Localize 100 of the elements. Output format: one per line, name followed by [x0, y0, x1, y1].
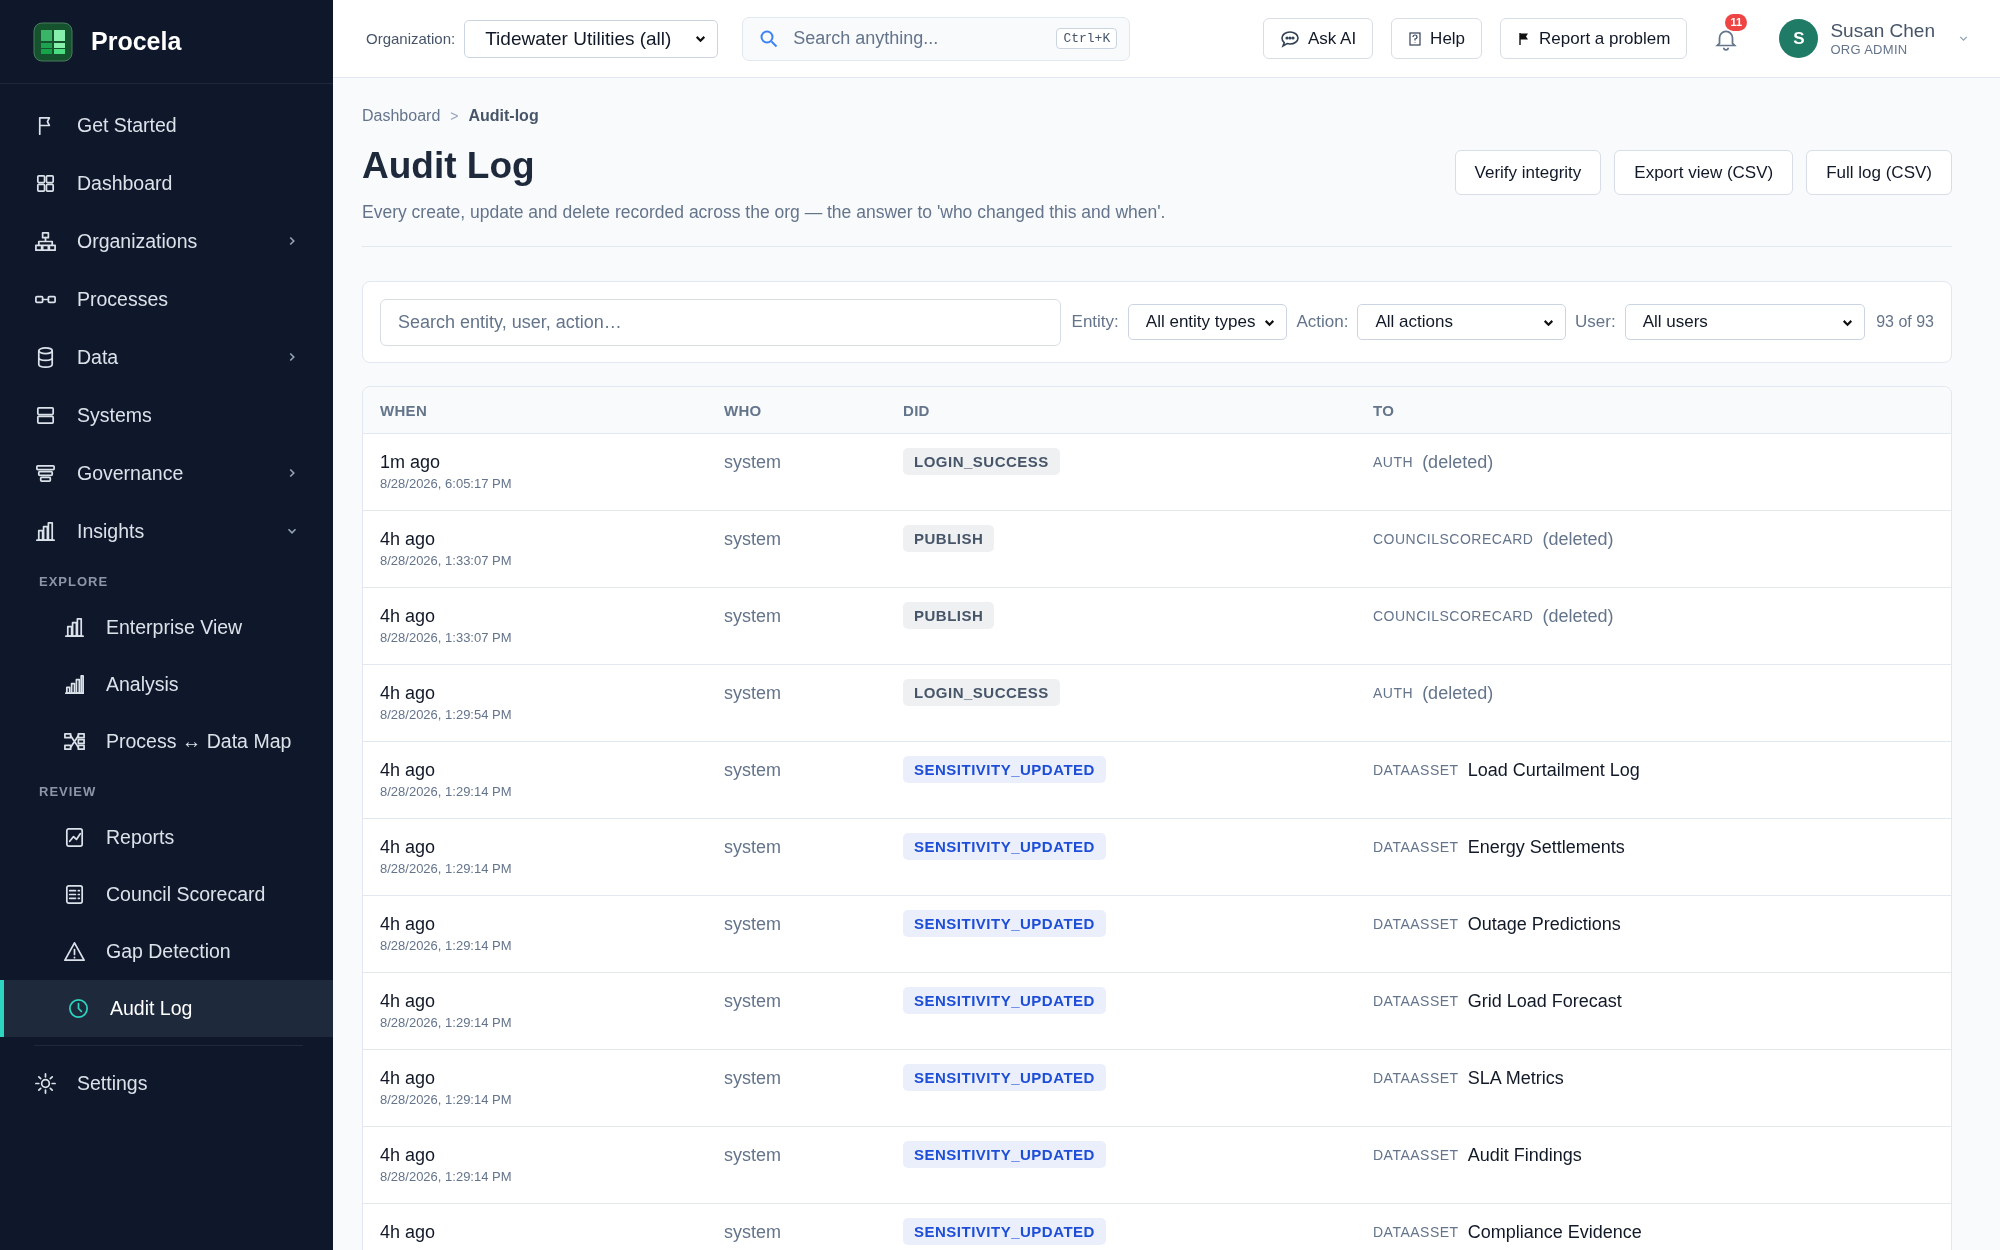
relative-time: 4h ago: [380, 759, 437, 781]
warning-icon: [63, 940, 86, 963]
action-tag: PUBLISH: [903, 602, 995, 629]
brand-name: Procela: [91, 27, 182, 56]
entity-name: (deleted): [1542, 528, 1614, 550]
column-header: TO: [1372, 400, 1396, 421]
entity-type: COUNCILSCORECARD: [1373, 607, 1534, 626]
nav-item[interactable]: Insights: [0, 502, 333, 560]
filter-select[interactable]: All entity types: [1127, 304, 1288, 340]
nav-item[interactable]: Organizations: [0, 212, 333, 270]
section-heading: REVIEW: [38, 783, 98, 801]
nav-item[interactable]: Systems: [0, 386, 333, 444]
user-cell: system: [724, 1068, 781, 1088]
timestamp: 8/28/2026, 1:29:14 PM: [380, 1015, 513, 1030]
bar-chart-icon: [63, 673, 86, 696]
search-field[interactable]: Search entity, user, action…: [380, 298, 1061, 346]
page-subtitle: Every create, update and delete recorded across the org — the answer to 'who changed this and when'.: [362, 202, 1166, 223]
entity-type: DATAASSET: [1373, 1069, 1459, 1088]
entity-name: SLA Metrics: [1467, 1067, 1564, 1089]
entity-name: Grid Load Forecast: [1467, 990, 1622, 1012]
report-problem-button[interactable]: Report a problem: [1500, 18, 1688, 59]
entity-name: (deleted): [1422, 451, 1494, 473]
action-tag: SENSITIVITY_UPDATED: [903, 756, 1106, 783]
search-input[interactable]: Search anything...: [791, 27, 1057, 50]
filter-label: User:: [1575, 312, 1616, 332]
user-cell: system: [724, 837, 781, 857]
user-cell: system: [724, 1145, 781, 1165]
entity-type: DATAASSET: [1373, 761, 1459, 780]
organization-select[interactable]: Tidewater Utilities (all): [464, 19, 719, 58]
column-header: DID: [902, 400, 931, 421]
nav-item[interactable]: Dashboard: [0, 154, 333, 212]
breadcrumb-item[interactable]: Dashboard: [362, 107, 441, 125]
timestamp: 8/28/2026, 1:29:14 PM: [380, 1169, 513, 1184]
timestamp: 8/28/2026, 1:29:14 PM: [380, 861, 513, 876]
entity-name: (deleted): [1422, 682, 1494, 704]
user-name: Susan Chen: [1830, 20, 1935, 42]
action-tag: PUBLISH: [903, 525, 995, 552]
relative-time: 4h ago: [380, 528, 437, 550]
help-button[interactable]: Help: [1391, 18, 1483, 59]
nav-item[interactable]: Governance: [0, 444, 333, 502]
timestamp: 8/28/2026, 1:33:07 PM: [380, 630, 513, 645]
entity-type: COUNCILSCORECARD: [1373, 530, 1534, 549]
user-cell: system: [724, 914, 781, 934]
entity-type: DATAASSET: [1373, 838, 1459, 857]
relative-time: 4h ago: [380, 682, 437, 704]
action-tag: SENSITIVITY_UPDATED: [903, 1218, 1106, 1245]
relative-time: 4h ago: [380, 1144, 437, 1166]
search-field[interactable]: Search anything... Ctrl+K: [742, 16, 1131, 61]
nav-item[interactable]: Processes: [0, 270, 333, 328]
nav-item[interactable]: Get Started: [0, 96, 333, 154]
bar-chart-icon: [34, 519, 57, 543]
timestamp: 8/28/2026, 6:05:17 PM: [380, 476, 513, 491]
nav-item[interactable]: Settings: [0, 1054, 333, 1112]
filter-select[interactable]: All users: [1624, 304, 1866, 340]
timestamp: 8/28/2026, 1:29:14 PM: [380, 784, 513, 799]
action-tag: LOGIN_SUCCESS: [903, 679, 1060, 706]
nav-item[interactable]: Data: [0, 328, 333, 386]
nav-item[interactable]: Gap Detection: [0, 923, 333, 980]
help-icon: [1408, 31, 1423, 46]
clock-icon: [67, 997, 90, 1020]
timestamp: 8/28/2026, 1:29:14 PM: [380, 938, 513, 953]
entity-name: Compliance Evidence: [1467, 1221, 1642, 1243]
relative-time: 4h ago: [380, 836, 437, 858]
entity-name: (deleted): [1542, 605, 1614, 627]
relative-time: 4h ago: [380, 990, 437, 1012]
result-count: 93 of 93: [1876, 313, 1934, 331]
chart-document-icon: [63, 826, 86, 849]
action-button[interactable]: Verify integrity: [1454, 150, 1602, 195]
user-avatar[interactable]: S: [1779, 19, 1819, 58]
timestamp: 8/28/2026, 1:29:14 PM: [380, 1092, 513, 1107]
entity-type: DATAASSET: [1373, 992, 1459, 1011]
chat-icon: [1279, 28, 1300, 49]
action-button[interactable]: Export view (CSV): [1614, 150, 1794, 195]
action-button[interactable]: Full log (CSV): [1806, 150, 1952, 195]
ask-ai-button[interactable]: Ask AI: [1262, 18, 1374, 59]
column-header: WHO: [723, 400, 763, 421]
user-cell: system: [724, 452, 781, 472]
page-title: Audit Log: [362, 144, 536, 188]
shortcut-hint: Ctrl+K: [1056, 28, 1118, 49]
nav-item[interactable]: Enterprise View: [0, 599, 333, 656]
nav-item[interactable]: Analysis: [0, 656, 333, 713]
filter-select[interactable]: All actions: [1357, 304, 1567, 340]
timestamp: 8/28/2026, 1:29:54 PM: [380, 707, 513, 722]
entity-type: DATAASSET: [1373, 1146, 1459, 1165]
relative-time: 4h ago: [380, 605, 437, 627]
user-cell: system: [724, 991, 781, 1011]
entity-name: Energy Settlements: [1467, 836, 1625, 858]
logo-icon: [33, 21, 73, 62]
nav-item[interactable]: Audit Log: [0, 980, 333, 1037]
breadcrumb-separator: >: [450, 108, 459, 124]
action-tag: SENSITIVITY_UPDATED: [903, 910, 1106, 937]
filter-label: Entity:: [1071, 312, 1119, 332]
notification-count: 11: [1725, 13, 1748, 31]
nav-item[interactable]: Reports: [0, 809, 333, 866]
nav-item[interactable]: Council Scorecard: [0, 866, 333, 923]
entity-name: Outage Predictions: [1467, 913, 1621, 935]
section-heading: EXPLORE: [38, 573, 110, 591]
nav-item[interactable]: Process ↔ Data Map: [0, 713, 333, 770]
timestamp: 8/28/2026, 1:33:07 PM: [380, 553, 513, 568]
hierarchy-icon: [34, 229, 57, 253]
